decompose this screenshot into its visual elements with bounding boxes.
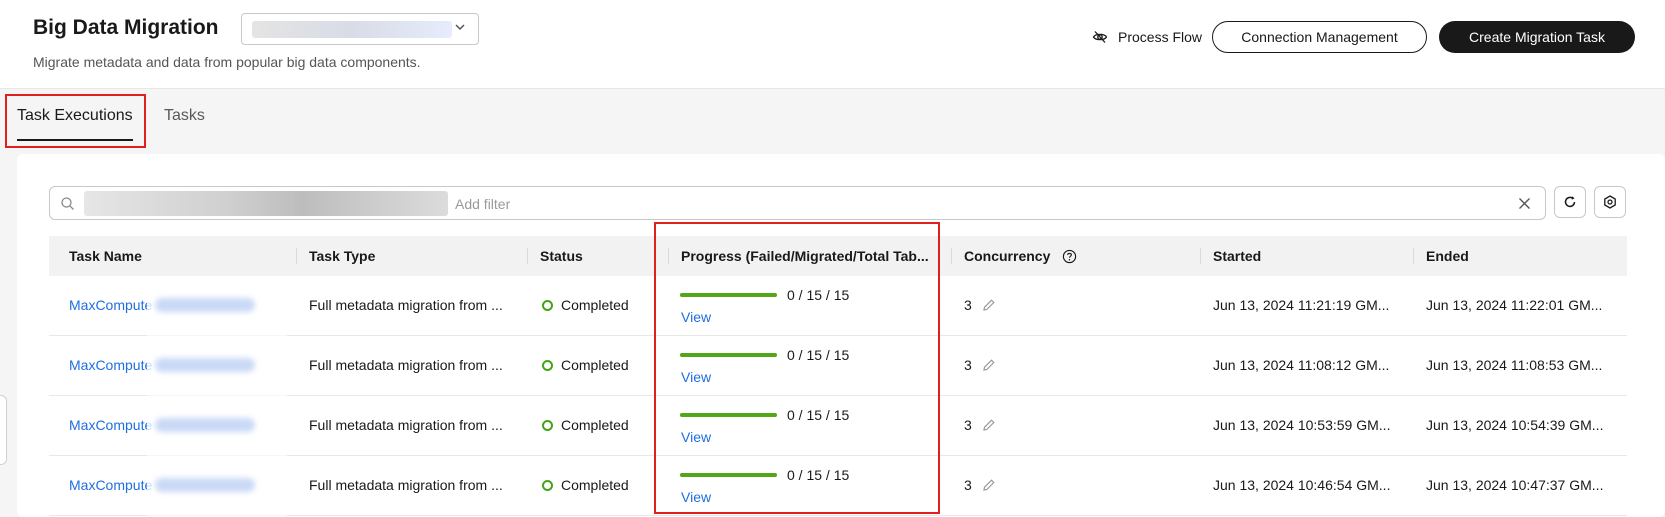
help-icon[interactable] [1062, 249, 1077, 264]
refresh-icon [1564, 196, 1576, 208]
chevron-down-icon [455, 24, 465, 31]
column-divider[interactable] [527, 248, 528, 264]
column-divider[interactable] [296, 248, 297, 264]
status-success-icon [542, 420, 553, 431]
task-name-link[interactable]: MaxCompute [69, 477, 152, 493]
column-divider[interactable] [1200, 248, 1201, 264]
region-select[interactable] [241, 13, 479, 45]
task-name-redacted [147, 276, 287, 336]
pencil-icon[interactable] [982, 418, 996, 432]
create-migration-task-button[interactable]: Create Migration Task [1439, 21, 1635, 53]
ended-cell: Jun 13, 2024 11:22:01 GM... [1426, 297, 1603, 313]
status-cell: Completed [542, 297, 629, 313]
status-cell: Completed [542, 357, 629, 373]
task-type-cell: Full metadata migration from ... [309, 477, 503, 493]
status-label: Completed [561, 417, 629, 433]
refresh-button[interactable] [1554, 186, 1586, 218]
status-success-icon [542, 480, 553, 491]
concurrency-cell: 3 [964, 477, 996, 493]
settings-button[interactable] [1594, 186, 1626, 218]
task-name-redacted [147, 336, 287, 396]
status-success-icon [542, 300, 553, 311]
search-tag-redacted [84, 191, 448, 216]
concurrency-value: 3 [964, 297, 972, 313]
status-label: Completed [561, 477, 629, 493]
column-header-label: Concurrency [964, 248, 1051, 264]
process-flow-label: Process Flow [1118, 29, 1203, 45]
search-icon [61, 197, 74, 210]
task-name-link[interactable]: MaxCompute [69, 417, 152, 433]
eye-off-icon [1092, 31, 1108, 43]
status-cell: Completed [542, 477, 629, 493]
highlight-box-progress-column [654, 222, 940, 514]
task-type-cell: Full metadata migration from ... [309, 357, 503, 373]
column-header-task-name[interactable]: Task Name [69, 248, 142, 264]
started-cell: Jun 13, 2024 11:21:19 GM... [1213, 297, 1390, 313]
task-name-redacted [147, 456, 287, 516]
concurrency-value: 3 [964, 417, 972, 433]
status-cell: Completed [542, 417, 629, 433]
concurrency-value: 3 [964, 477, 972, 493]
highlight-box-tab [5, 94, 146, 148]
started-cell: Jun 13, 2024 10:53:59 GM... [1213, 417, 1391, 433]
started-cell: Jun 13, 2024 10:46:54 GM... [1213, 477, 1391, 493]
task-name-link[interactable]: MaxCompute [69, 357, 152, 373]
concurrency-cell: 3 [964, 417, 996, 433]
redaction-blur [155, 358, 255, 372]
page-subtitle: Migrate metadata and data from popular b… [33, 54, 421, 70]
status-label: Completed [561, 357, 629, 373]
task-name-redacted [147, 396, 287, 456]
ended-cell: Jun 13, 2024 10:47:37 GM... [1426, 477, 1604, 493]
close-icon[interactable] [1518, 197, 1531, 210]
pencil-icon[interactable] [982, 358, 996, 372]
column-header-status[interactable]: Status [540, 248, 583, 264]
status-success-icon [542, 360, 553, 371]
page-header: Big Data Migration Migrate metadata and … [0, 0, 1665, 89]
ended-cell: Jun 13, 2024 10:54:39 GM... [1426, 417, 1604, 433]
side-panel-handle[interactable] [0, 395, 7, 465]
pencil-icon[interactable] [982, 478, 996, 492]
tab-label: Tasks [164, 107, 205, 124]
region-select-value-redacted [252, 21, 452, 38]
page-title: Big Data Migration [33, 16, 219, 39]
started-cell: Jun 13, 2024 11:08:12 GM... [1213, 357, 1390, 373]
tab-bar: Task Executions Tasks [0, 90, 1665, 142]
task-name-link[interactable]: MaxCompute [69, 297, 152, 313]
task-type-cell: Full metadata migration from ... [309, 297, 503, 313]
tab-tasks[interactable]: Tasks [164, 107, 205, 125]
process-flow-toggle[interactable]: Process Flow [1092, 26, 1202, 48]
concurrency-cell: 3 [964, 357, 996, 373]
gear-icon [1604, 195, 1616, 209]
redaction-blur [155, 298, 255, 312]
column-header-ended[interactable]: Ended [1426, 248, 1469, 264]
concurrency-cell: 3 [964, 297, 996, 313]
concurrency-value: 3 [964, 357, 972, 373]
status-label: Completed [561, 297, 629, 313]
redaction-blur [155, 478, 255, 492]
connection-management-button[interactable]: Connection Management [1212, 21, 1427, 53]
filter-search-input[interactable]: Add filter [49, 186, 1546, 220]
column-divider[interactable] [951, 248, 952, 264]
column-header-started[interactable]: Started [1213, 248, 1261, 264]
task-type-cell: Full metadata migration from ... [309, 417, 503, 433]
search-placeholder: Add filter [455, 196, 511, 212]
ended-cell: Jun 13, 2024 11:08:53 GM... [1426, 357, 1603, 373]
column-divider[interactable] [1413, 248, 1414, 264]
redaction-blur [155, 418, 255, 432]
pencil-icon[interactable] [982, 298, 996, 312]
column-header-concurrency[interactable]: Concurrency [964, 248, 1077, 264]
column-header-task-type[interactable]: Task Type [309, 248, 375, 264]
